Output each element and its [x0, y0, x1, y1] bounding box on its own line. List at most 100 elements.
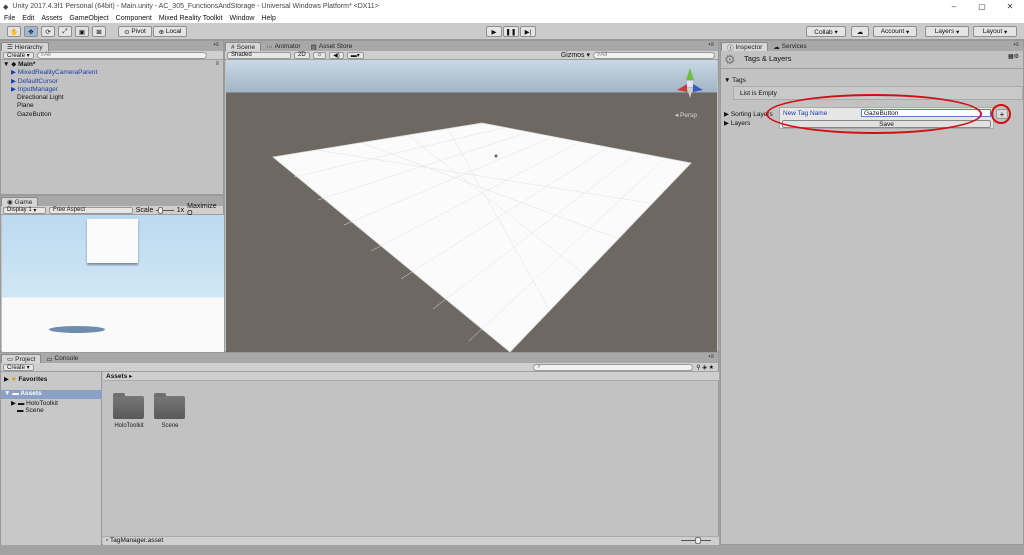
display-dropdown[interactable]: Display 1 ▾: [3, 206, 46, 214]
menu-assets[interactable]: Assets: [41, 15, 62, 22]
zoom-slider-thumb[interactable]: [695, 537, 701, 544]
unity-logo-icon: ◆: [3, 3, 9, 11]
panel-menu-icon[interactable]: ▪≡: [708, 42, 714, 48]
scene-menu-icon[interactable]: ≡: [215, 61, 219, 67]
audio-toggle[interactable]: ◀): [329, 51, 344, 59]
2d-toggle[interactable]: 2D: [294, 51, 310, 59]
tree-item[interactable]: ▶ ▬ HoloToolkit: [11, 399, 58, 407]
hierarchy-item[interactable]: GazeButton: [17, 111, 51, 118]
pause-button[interactable]: ❚❚: [503, 26, 519, 37]
menu-help[interactable]: Help: [261, 15, 275, 22]
hierarchy-item[interactable]: Directional Light: [17, 94, 64, 101]
hand-icon: ✋: [9, 28, 19, 36]
menu-window[interactable]: Window: [230, 15, 255, 22]
shading-label: Shaded: [231, 52, 252, 58]
scale-tool-button[interactable]: ⤢: [58, 26, 72, 37]
cloud-button[interactable]: ☁: [851, 26, 869, 37]
tab-scene[interactable]: # Scene: [225, 42, 262, 51]
effects-dropdown[interactable]: ▬▾: [346, 51, 364, 59]
collab-dropdown[interactable]: Collab ▾: [806, 26, 846, 37]
scene-viewport[interactable]: ◂ Persp: [226, 60, 717, 352]
scale-slider-thumb[interactable]: [158, 206, 164, 214]
step-button[interactable]: ▶|: [520, 26, 536, 37]
aspect-dropdown[interactable]: Free Aspect: [48, 206, 133, 214]
tab-game[interactable]: ◉ Game: [1, 197, 39, 206]
scale-slider[interactable]: [156, 206, 174, 214]
tab-animator-label: Animator: [274, 43, 301, 50]
hierarchy-search-input[interactable]: ⌕ All: [36, 51, 207, 59]
assets-root-item[interactable]: ▼ ▬ Assets: [1, 390, 102, 399]
hierarchy-create-button[interactable]: Create ▾: [3, 51, 34, 59]
hand-tool-button[interactable]: ✋: [7, 26, 21, 37]
game-viewport[interactable]: [2, 215, 224, 356]
inspector-settings-icon[interactable]: ▦⚙: [1008, 53, 1019, 60]
project-create-button[interactable]: Create ▾: [3, 363, 34, 371]
expand-arrow-icon: ▶: [4, 376, 9, 383]
expand-arrow-icon: ▶: [11, 78, 16, 85]
tree-item[interactable]: ▬ Scene: [17, 407, 44, 414]
tab-hierarchy[interactable]: ☰ Hierarchy: [1, 42, 49, 51]
hierarchy-item[interactable]: ▶ InputManager: [11, 85, 58, 93]
local-toggle[interactable]: ⊕ Local: [153, 26, 187, 37]
breadcrumb[interactable]: Assets ▸: [103, 372, 719, 381]
hierarchy-item[interactable]: ▶ DefaultCursor: [11, 77, 58, 85]
tab-console[interactable]: ▭ Console: [41, 354, 83, 363]
close-button[interactable]: ✕: [996, 0, 1024, 13]
layers-dropdown[interactable]: Layers ▾: [925, 26, 969, 37]
folder-icon[interactable]: [154, 393, 185, 419]
tab-hierarchy-label: Hierarchy: [14, 43, 43, 51]
menu-edit[interactable]: Edit: [22, 15, 34, 22]
rect-tool-button[interactable]: ▣: [75, 26, 89, 37]
tab-animator[interactable]: ⋯ Animator: [261, 42, 306, 51]
panel-menu-icon[interactable]: ▪≡: [708, 354, 714, 360]
panel-menu-icon[interactable]: ▪≡: [1013, 42, 1019, 48]
shading-dropdown[interactable]: Shaded: [227, 51, 291, 59]
hierarchy-item-label: Directional Light: [17, 94, 64, 101]
persp-label[interactable]: ◂ Persp: [675, 111, 697, 119]
rotate-icon: ⟳: [45, 28, 51, 36]
tab-project[interactable]: ▭ Project: [1, 354, 42, 363]
menu-component[interactable]: Component: [116, 15, 152, 22]
account-dropdown[interactable]: Account ▾: [873, 26, 917, 37]
play-button[interactable]: ▶: [486, 26, 502, 37]
search-icon: ⌕: [537, 363, 541, 370]
tab-services[interactable]: ☁ Services: [768, 42, 811, 51]
folder-icon[interactable]: [113, 393, 144, 419]
scale-value: 1x: [176, 206, 185, 214]
search-placeholder: All: [600, 52, 608, 58]
move-tool-button[interactable]: ✥: [24, 26, 38, 37]
scene-row[interactable]: ▼ ◆ Main*: [3, 60, 35, 68]
gizmos-dropdown[interactable]: Gizmos ▾: [561, 51, 590, 59]
folder-icon: ▬: [17, 407, 24, 414]
transform-tool-button[interactable]: ⊠: [92, 26, 106, 37]
image-icon: ▬▾: [350, 52, 360, 59]
zoom-slider[interactable]: [681, 537, 711, 544]
menu-gameobject[interactable]: GameObject: [69, 15, 108, 22]
minimize-button[interactable]: –: [940, 0, 968, 13]
project-tabbar: ▭ Project ▭ Console: [1, 353, 718, 363]
assets-root-label: Assets: [20, 390, 42, 397]
favorites-item[interactable]: ▶ ★ Favorites: [4, 375, 47, 383]
hierarchy-item[interactable]: Plane: [17, 102, 34, 109]
hierarchy-item-label: GazeButton: [17, 111, 52, 118]
tab-inspector[interactable]: ⓘ Inspector: [721, 42, 769, 52]
pivot-toggle[interactable]: ⊙ Pivot: [118, 26, 152, 37]
hierarchy-tabbar: ☰ Hierarchy: [1, 41, 223, 51]
scene-search-input[interactable]: ⌕ All: [593, 51, 715, 59]
layers-foldout[interactable]: ▶ Layers: [724, 119, 750, 127]
hierarchy-item[interactable]: ▶ MixedRealityCameraParent: [11, 68, 97, 76]
game-subbar: Display 1 ▾ Free Aspect Scale 1x Maximiz…: [1, 203, 223, 217]
project-tree: ▶ ★ Favorites ▼ ▬ Assets ▶ ▬ HoloToolkit…: [1, 372, 102, 545]
project-search-input[interactable]: ⌕: [533, 363, 694, 371]
tab-asset-store[interactable]: ▤ Asset Store: [306, 42, 358, 51]
menu-mixed-reality-toolkit[interactable]: Mixed Reality Toolkit: [159, 15, 223, 22]
panel-menu-icon[interactable]: ▪≡: [213, 42, 219, 48]
cloud-icon: ☁: [773, 43, 780, 51]
maximize-button[interactable]: ▢: [968, 0, 996, 13]
rotate-tool-button[interactable]: ⟳: [41, 26, 55, 37]
filter-icons[interactable]: ⚲ ◈ ★: [696, 364, 718, 371]
lighting-toggle[interactable]: ☼: [312, 51, 327, 59]
layout-dropdown[interactable]: Layout ▾: [973, 26, 1017, 37]
tags-foldout[interactable]: ▼ Tags: [724, 77, 746, 84]
menu-file[interactable]: File: [4, 15, 15, 22]
